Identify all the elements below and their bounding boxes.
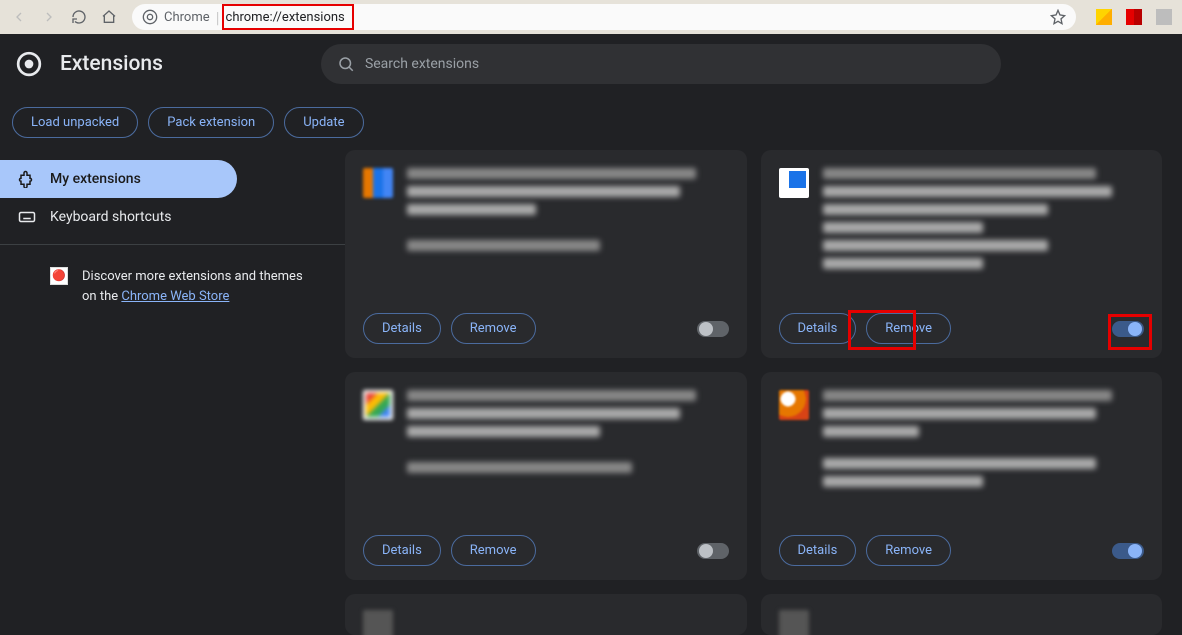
extensions-logo-icon	[16, 51, 42, 77]
chrome-icon	[142, 9, 158, 25]
load-unpacked-button[interactable]: Load unpacked	[12, 107, 138, 138]
redacted-text	[823, 426, 919, 437]
url-text: chrome://extensions	[226, 10, 345, 25]
redacted-text	[823, 222, 984, 233]
redacted-text	[823, 204, 1048, 215]
remove-button[interactable]: Remove	[451, 313, 536, 344]
extensions-grid: Details Remove Details Remove	[345, 150, 1182, 635]
details-button[interactable]: Details	[779, 535, 857, 566]
redacted-text	[407, 204, 536, 215]
extension-icons-tray	[1092, 5, 1176, 29]
search-icon	[337, 55, 355, 73]
redacted-text	[823, 258, 984, 269]
extension-card: Details Remove	[345, 150, 747, 358]
extension-shortcut-icon[interactable]	[1092, 5, 1116, 29]
redacted-text	[407, 408, 680, 419]
chrome-web-store-icon: 🔴	[50, 267, 68, 285]
redacted-text	[407, 426, 600, 437]
page-header: Extensions	[0, 34, 1182, 94]
redacted-text	[823, 168, 1096, 179]
enable-toggle[interactable]	[1112, 321, 1144, 337]
sidebar-item-my-extensions[interactable]: My extensions	[0, 160, 237, 198]
reload-button[interactable]	[66, 4, 92, 30]
enable-toggle[interactable]	[697, 321, 729, 337]
remove-button[interactable]: Remove	[866, 313, 951, 344]
redacted-text	[823, 476, 984, 487]
puzzle-icon	[18, 170, 36, 188]
address-bar[interactable]: Chrome | chrome://extensions	[132, 4, 1076, 30]
discover-section: 🔴 Discover more extensions and themes on…	[0, 253, 345, 320]
sidebar-item-label: Keyboard shortcuts	[50, 209, 171, 225]
details-button[interactable]: Details	[363, 535, 441, 566]
extension-icon	[779, 168, 809, 198]
back-button[interactable]	[6, 4, 32, 30]
redacted-text	[823, 390, 1112, 401]
chrome-web-store-link[interactable]: Chrome Web Store	[121, 289, 229, 304]
extension-icon	[363, 390, 393, 420]
extension-shortcut-icon[interactable]	[1152, 5, 1176, 29]
sidebar-item-keyboard-shortcuts[interactable]: Keyboard shortcuts	[0, 198, 237, 236]
home-button[interactable]	[96, 4, 122, 30]
pack-extension-button[interactable]: Pack extension	[148, 107, 274, 138]
redacted-text	[823, 186, 1112, 197]
redacted-text	[407, 186, 680, 197]
extension-icon	[779, 610, 809, 635]
redacted-text	[407, 390, 696, 401]
extension-icon	[363, 610, 393, 635]
extension-card: Details Remove	[345, 372, 747, 580]
extension-card: Details Remove	[761, 150, 1163, 358]
extension-card	[345, 594, 747, 635]
url-scheme-label: Chrome	[164, 10, 210, 25]
extension-shortcut-icon[interactable]	[1122, 5, 1146, 29]
remove-button[interactable]: Remove	[866, 535, 951, 566]
search-box[interactable]	[321, 44, 1001, 84]
extension-card	[761, 594, 1163, 635]
enable-toggle[interactable]	[1112, 543, 1144, 559]
redacted-text	[823, 408, 1096, 419]
extension-icon	[363, 168, 393, 198]
divider	[0, 244, 345, 245]
redacted-text	[407, 168, 696, 179]
extension-card: Details Remove	[761, 372, 1163, 580]
bookmark-star-icon[interactable]	[1050, 9, 1066, 25]
keyboard-icon	[18, 208, 36, 226]
browser-toolbar: Chrome | chrome://extensions	[0, 0, 1182, 34]
page-title: Extensions	[60, 52, 163, 76]
update-button[interactable]: Update	[284, 107, 363, 138]
redacted-text	[823, 240, 1048, 251]
search-input[interactable]	[365, 56, 985, 72]
redacted-text	[407, 240, 600, 251]
sidebar: My extensions Keyboard shortcuts 🔴 Disco…	[0, 150, 345, 635]
redacted-text	[407, 462, 632, 473]
details-button[interactable]: Details	[779, 313, 857, 344]
dev-actions-row: Load unpacked Pack extension Update	[0, 94, 1182, 150]
sidebar-item-label: My extensions	[50, 171, 141, 187]
remove-button[interactable]: Remove	[451, 535, 536, 566]
forward-button[interactable]	[36, 4, 62, 30]
extension-icon	[779, 390, 809, 420]
redacted-text	[823, 458, 1096, 469]
enable-toggle[interactable]	[697, 543, 729, 559]
details-button[interactable]: Details	[363, 313, 441, 344]
